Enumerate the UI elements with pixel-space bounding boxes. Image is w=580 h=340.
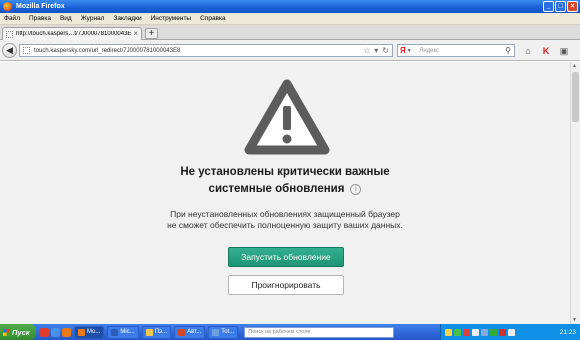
window-title: Mozilla Firefox bbox=[16, 3, 65, 10]
tab-label: http://touch.kaspers…t/7J0000781000043E8 bbox=[16, 31, 131, 37]
site-identity-icon bbox=[23, 47, 30, 54]
firefox-task-icon bbox=[78, 328, 85, 336]
menu-history[interactable]: Журнал bbox=[81, 15, 105, 22]
info-icon[interactable]: i bbox=[350, 184, 362, 195]
chevron-down-icon: ▼ bbox=[406, 47, 412, 54]
menu-bookmarks[interactable]: Закладки bbox=[113, 15, 141, 22]
scroll-up-icon[interactable]: ▲ bbox=[572, 63, 577, 69]
tray-icon[interactable] bbox=[472, 328, 479, 336]
menu-view[interactable]: Вид bbox=[60, 15, 72, 22]
warning-icon bbox=[244, 79, 330, 155]
app-icon bbox=[178, 328, 186, 336]
addon-icon[interactable]: ▣ bbox=[558, 45, 570, 57]
start-button[interactable]: Пуск bbox=[0, 324, 36, 340]
kaspersky-icon[interactable]: K bbox=[540, 45, 552, 57]
firefox-quicklaunch-icon[interactable] bbox=[62, 327, 71, 337]
window-controls: _ □ × bbox=[543, 1, 578, 12]
task-label: Авт... bbox=[187, 329, 202, 335]
yandex-icon: Я bbox=[400, 46, 406, 55]
scroll-thumb[interactable] bbox=[572, 72, 579, 122]
task-explorer[interactable]: Пэ... bbox=[141, 325, 172, 339]
page-content: Не установлены критически важные системн… bbox=[0, 62, 570, 324]
url-actions: ☆ ▾ ↻ bbox=[363, 46, 389, 55]
maximize-button[interactable]: □ bbox=[555, 1, 566, 12]
search-bar[interactable]: Я ▼ Яндекс ⚲ bbox=[397, 44, 515, 57]
new-tab-button[interactable]: + bbox=[145, 28, 158, 39]
system-tray: 21:23 bbox=[440, 324, 580, 340]
firefox-icon bbox=[3, 2, 12, 11]
close-button[interactable]: × bbox=[567, 1, 578, 12]
tray-icon[interactable] bbox=[481, 328, 488, 336]
quick-launch bbox=[40, 327, 71, 337]
clock[interactable]: 21:23 bbox=[560, 329, 576, 336]
tab-active[interactable]: http://touch.kaspers…t/7J0000781000043E8… bbox=[2, 27, 142, 40]
menu-help[interactable]: Справка bbox=[200, 15, 226, 22]
url-text: touch.kaspersky.com/url_redirect/7J00007… bbox=[34, 47, 181, 54]
home-icon[interactable]: ⌂ bbox=[522, 45, 534, 57]
page-icon bbox=[6, 30, 13, 38]
back-button[interactable]: ◀ bbox=[2, 43, 17, 58]
task-word[interactable]: Mic... bbox=[107, 325, 139, 339]
tray-icon[interactable] bbox=[463, 328, 470, 336]
page-title-line-2: системные обновления i bbox=[135, 181, 435, 198]
start-update-button[interactable]: Запустить обновление bbox=[228, 247, 344, 267]
task-label: Mo... bbox=[87, 329, 101, 335]
task-label: Tot... bbox=[221, 329, 235, 335]
minimize-button[interactable]: _ bbox=[543, 1, 554, 12]
reload-icon[interactable]: ↻ bbox=[382, 46, 389, 55]
search-input[interactable]: Яндекс bbox=[419, 48, 502, 54]
page-title-line-1: Не установлены критически важные bbox=[180, 166, 390, 178]
page-description: При неустановленных обновлениях защищенн… bbox=[135, 209, 435, 231]
tray-icon[interactable] bbox=[490, 328, 497, 336]
task-firefox[interactable]: Mo... bbox=[74, 325, 105, 339]
taskbar: Пуск Mo... Mic... Пэ... Авт... Tot... По… bbox=[0, 324, 580, 340]
navigation-toolbar: ◀ touch.kaspersky.com/url_redirect/7J000… bbox=[0, 40, 580, 61]
scroll-down-icon[interactable]: ▼ bbox=[572, 317, 577, 323]
desktop-search-input[interactable]: Поиск на рабочем столе bbox=[244, 326, 395, 338]
word-icon bbox=[111, 328, 119, 336]
chrome-icon[interactable] bbox=[51, 327, 60, 337]
dropdown-icon[interactable]: ▾ bbox=[374, 46, 378, 55]
opera-icon[interactable] bbox=[40, 327, 49, 337]
task-label: Mic... bbox=[120, 329, 135, 335]
vertical-scrollbar[interactable]: ▲ ▼ bbox=[570, 62, 580, 324]
search-engine-selector[interactable]: Я ▼ bbox=[398, 45, 415, 56]
task-total[interactable]: Tot... bbox=[208, 325, 239, 339]
bookmark-star-icon[interactable]: ☆ bbox=[363, 46, 370, 55]
ignore-button[interactable]: Проигнорировать bbox=[228, 275, 344, 295]
windows-logo-icon bbox=[3, 328, 10, 336]
task-label: Пэ... bbox=[154, 329, 168, 335]
search-icon[interactable]: ⚲ bbox=[502, 46, 514, 55]
description-line-2: не сможет обеспечить полноценную защиту … bbox=[167, 220, 403, 230]
tray-icon[interactable] bbox=[499, 328, 506, 336]
tray-icon[interactable] bbox=[508, 328, 515, 336]
page-title: Не установлены критически важные системн… bbox=[135, 164, 435, 198]
tray-icon[interactable] bbox=[454, 328, 461, 336]
folder-icon bbox=[145, 328, 153, 336]
title-bar: Mozilla Firefox _ □ × bbox=[0, 0, 580, 13]
menu-tools[interactable]: Инструменты bbox=[151, 15, 192, 22]
tab-close-icon[interactable]: × bbox=[133, 29, 138, 38]
app-icon bbox=[212, 328, 220, 336]
menu-edit[interactable]: Правка bbox=[29, 15, 51, 22]
tab-bar: http://touch.kaspers…t/7J0000781000043E8… bbox=[0, 25, 580, 40]
address-bar[interactable]: touch.kaspersky.com/url_redirect/7J00007… bbox=[19, 44, 393, 57]
tray-icon[interactable] bbox=[445, 328, 452, 336]
description-line-1: При неустановленных обновлениях защищенн… bbox=[170, 209, 400, 219]
page-title-line-2-text: системные обновления bbox=[208, 183, 345, 195]
menu-bar: Файл Правка Вид Журнал Закладки Инструме… bbox=[0, 13, 580, 25]
start-label: Пуск bbox=[12, 327, 30, 337]
task-auto[interactable]: Авт... bbox=[174, 325, 206, 339]
menu-file[interactable]: Файл bbox=[4, 15, 20, 22]
